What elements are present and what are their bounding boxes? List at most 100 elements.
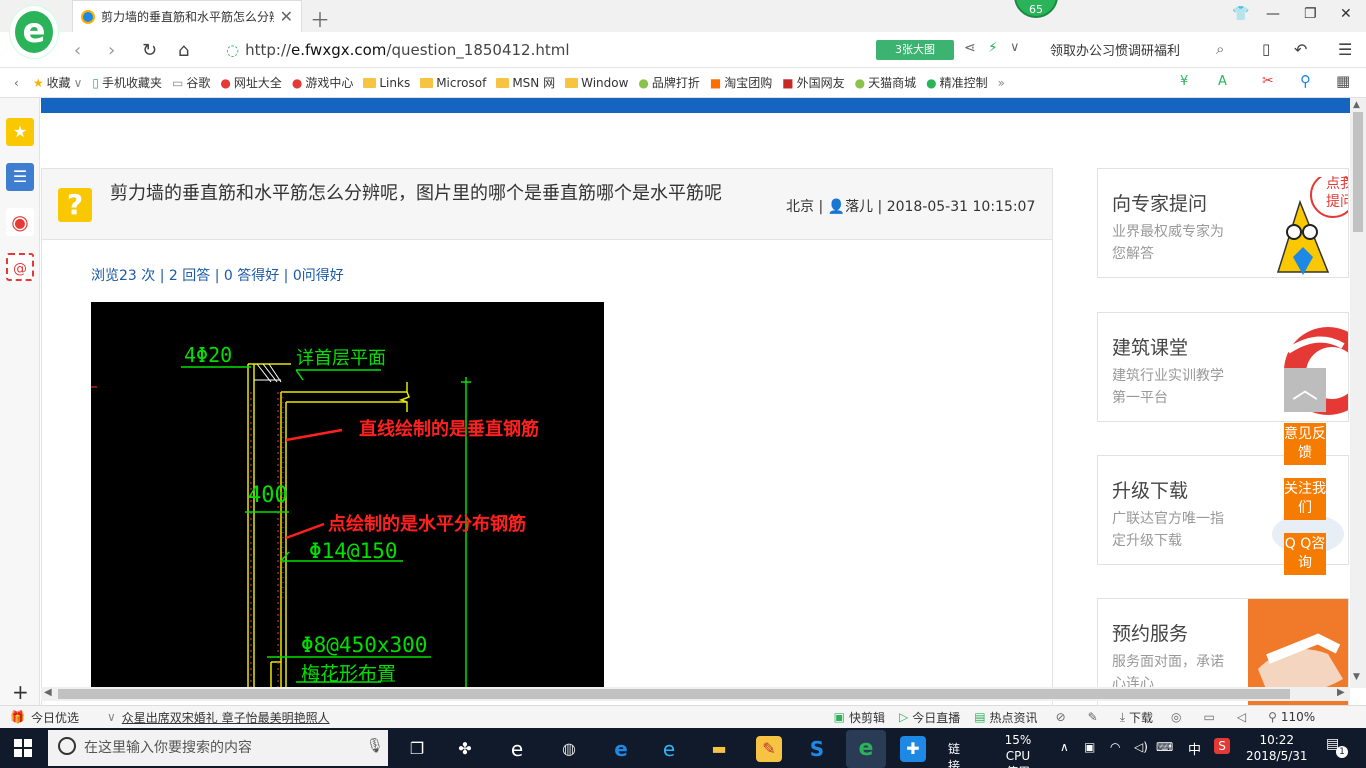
today-picks[interactable]: 今日优选: [31, 709, 79, 726]
apps-icon[interactable]: ▦: [1336, 72, 1350, 90]
forward-icon[interactable]: ›: [108, 40, 115, 61]
magnifier-icon[interactable]: ⚲: [1300, 72, 1311, 90]
sidebar-toggle-icon[interactable]: ‹: [14, 76, 19, 90]
horizontal-scroll-thumb[interactable]: [58, 689, 1290, 699]
menu-icon[interactable]: ☰: [1338, 40, 1352, 59]
restore-button[interactable]: ❐: [1304, 6, 1317, 22]
bookmark-item[interactable]: ● 天猫商城: [855, 74, 917, 91]
address-bar[interactable]: ◌ http://e.fwxgx.com/question_1850412.ht…: [226, 38, 866, 62]
download-link[interactable]: 下载: [1129, 709, 1153, 726]
taskbar-search-input[interactable]: 在这里输入你要搜索的内容: [48, 730, 388, 766]
cpu-usage[interactable]: 15%CPU使用: [1002, 732, 1034, 768]
minimize-button[interactable]: —: [1266, 6, 1280, 22]
plus-app-icon[interactable]: ✚: [900, 736, 926, 762]
clock[interactable]: 10:22 2018/5/31: [1246, 732, 1308, 764]
bookmark-item[interactable]: Microsof: [420, 76, 486, 90]
scissors-icon[interactable]: ✂: [1262, 73, 1274, 89]
undo-icon[interactable]: ↶: [1294, 40, 1307, 59]
add-sidebar-icon[interactable]: +: [12, 680, 29, 704]
qq-consult-button[interactable]: Q Q咨询: [1284, 533, 1326, 575]
reload-icon[interactable]: ↻: [142, 40, 157, 61]
weibo-icon[interactable]: ◉: [6, 208, 34, 236]
zoom-level[interactable]: 110%: [1281, 710, 1315, 724]
swirl-app-icon[interactable]: ◍: [556, 736, 582, 762]
list-icon[interactable]: ☰: [6, 163, 34, 191]
feedback-button[interactable]: 意见反馈: [1284, 423, 1326, 465]
fan-app-icon[interactable]: ✤: [452, 736, 478, 762]
favorites-icon[interactable]: ★: [6, 118, 34, 146]
scroll-up-icon[interactable]: ▲: [1353, 100, 1360, 110]
translate-icon[interactable]: A: [1218, 74, 1227, 89]
new-tab-button[interactable]: ＋: [310, 4, 330, 33]
mail-icon[interactable]: @: [6, 253, 34, 281]
search-icon[interactable]: ⌕: [1216, 40, 1224, 58]
microphone-icon[interactable]: 🎙: [366, 738, 384, 754]
task-view-icon[interactable]: ❐: [404, 736, 430, 762]
promo-link[interactable]: 领取办公习惯调研福利: [1050, 40, 1180, 59]
edge-icon[interactable]: e: [608, 736, 634, 762]
bookmark-item[interactable]: ● 精准控制: [926, 74, 988, 91]
speed-icon[interactable]: ⊘: [1056, 710, 1066, 724]
news-icon: ▤: [974, 710, 986, 724]
browser-taskbar-icon[interactable]: e: [846, 730, 886, 768]
bookmark-item[interactable]: MSN 网: [496, 74, 555, 91]
share-icon[interactable]: ⋖: [964, 40, 976, 56]
close-window-button[interactable]: ✕: [1340, 6, 1352, 22]
keyboard-icon[interactable]: ⌨: [1156, 740, 1173, 754]
bookmark-item[interactable]: ● 品牌打折: [638, 74, 700, 91]
mobile-icon[interactable]: ▯: [1262, 40, 1270, 58]
money-icon[interactable]: ¥: [1180, 74, 1188, 89]
question-user[interactable]: 落儿: [845, 199, 873, 215]
bookmark-item[interactable]: ■ 淘宝团购: [710, 74, 772, 91]
link-label[interactable]: 链接: [948, 740, 960, 768]
scroll-right-icon[interactable]: ▶: [1337, 687, 1345, 698]
notes-app-icon[interactable]: ✎: [756, 736, 782, 762]
back-to-top-button[interactable]: ︿: [1284, 368, 1326, 412]
file-explorer-icon[interactable]: ▬: [706, 736, 732, 762]
sound-icon[interactable]: ◁: [1237, 710, 1246, 724]
sogou-tray-icon[interactable]: S: [1214, 738, 1230, 754]
big-image-button[interactable]: 3张大图: [876, 40, 954, 60]
bookmark-item[interactable]: ● 游戏中心: [292, 74, 354, 91]
hotnews-link[interactable]: 热点资讯: [990, 709, 1038, 726]
scroll-down-icon[interactable]: ▼: [1353, 672, 1360, 682]
scroll-left-icon[interactable]: ◀: [44, 687, 52, 698]
ask-expert-card[interactable]: 向专家提问 业界最权威专家为您解答 点我提问: [1097, 168, 1349, 278]
chevron-down-icon[interactable]: ∨: [107, 710, 116, 724]
chevron-down-icon[interactable]: ∨: [1010, 40, 1020, 55]
browser-logo-icon[interactable]: e: [10, 6, 58, 58]
ie-icon[interactable]: e: [656, 736, 682, 762]
back-icon[interactable]: ‹: [74, 40, 81, 61]
tools-icon[interactable]: ✎: [1088, 710, 1098, 724]
skin-icon[interactable]: 👕: [1232, 6, 1249, 22]
wifi-icon[interactable]: ◠: [1110, 740, 1120, 754]
browser-icon[interactable]: ◎: [1171, 710, 1181, 724]
volume-icon[interactable]: ◁): [1134, 740, 1148, 754]
tab-active[interactable]: 剪力墙的垂直筋和水平筋怎么分辨 ✕: [72, 0, 302, 32]
ime-indicator[interactable]: 中: [1188, 739, 1201, 758]
bookmark-item[interactable]: ▯ 手机收藏夹: [92, 74, 162, 91]
network-icon[interactable]: ▣: [1084, 740, 1095, 754]
vertical-scroll-thumb[interactable]: [1353, 112, 1363, 232]
live-link[interactable]: 今日直播: [912, 709, 960, 726]
bookmark-item[interactable]: ■ 外国网友: [782, 74, 844, 91]
follow-us-button[interactable]: 关注我们: [1284, 478, 1326, 520]
quickclip-link[interactable]: 快剪辑: [849, 709, 885, 726]
window-icon[interactable]: ▭: [1204, 710, 1215, 724]
bookmark-item[interactable]: Window: [565, 76, 628, 90]
cad-drawing-image[interactable]: 4Φ20 详首层平面 400 Φ14@150 Φ8@450x300 梅花形布置 …: [91, 302, 604, 687]
tray-chevron-icon[interactable]: ∧: [1060, 740, 1069, 754]
bookmark-item[interactable]: ▭ 谷歌: [172, 74, 210, 91]
bookmark-item[interactable]: ★ 收藏 ∨: [33, 74, 83, 91]
sogou-icon[interactable]: S: [804, 736, 830, 762]
news-ticker[interactable]: 众星出席双宋婚礼 章子怡最美明艳照人: [122, 709, 330, 726]
more-bookmarks-icon[interactable]: »: [998, 76, 1005, 90]
card-title: 预约服务: [1112, 623, 1189, 645]
bookmark-item[interactable]: Links: [363, 76, 410, 90]
home-icon[interactable]: ⌂: [178, 40, 189, 61]
windows-start-icon[interactable]: [14, 739, 32, 757]
tab-close-icon[interactable]: ✕: [280, 7, 293, 26]
lightning-icon[interactable]: ⚡: [988, 40, 998, 56]
bookmark-item[interactable]: ● 网址大全: [220, 74, 282, 91]
edge-e-icon[interactable]: e: [504, 736, 530, 762]
